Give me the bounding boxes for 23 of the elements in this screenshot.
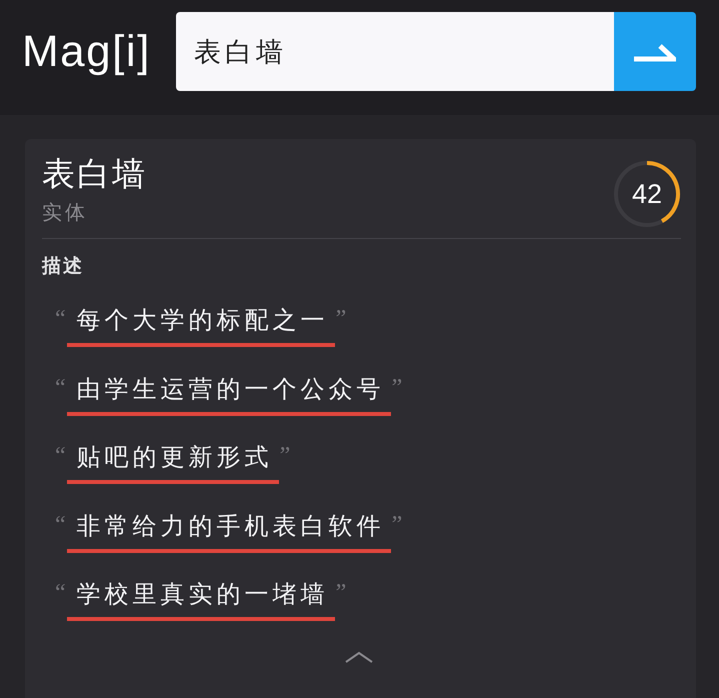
description-text: 学校里真实的一堵墙 xyxy=(66,577,335,621)
search-field[interactable]: 表白墙 xyxy=(176,12,614,91)
open-quote: “ xyxy=(55,581,66,605)
chevron-up-icon[interactable] xyxy=(344,651,372,663)
close-quote: ” xyxy=(392,512,402,536)
score-value: 42 xyxy=(632,179,662,209)
close-quote: ” xyxy=(336,581,346,605)
submit-button[interactable] xyxy=(614,12,696,91)
open-quote: “ xyxy=(55,444,66,468)
close-quote: ” xyxy=(280,444,290,468)
description-text: 每个大学的标配之一 xyxy=(66,303,335,347)
description-text: 贴吧的更新形式 xyxy=(66,440,279,484)
description-text: 由学生运营的一个公众号 xyxy=(66,372,391,416)
section-heading: 描述 xyxy=(42,254,85,278)
close-quote: ” xyxy=(392,376,402,400)
open-quote: “ xyxy=(55,307,66,331)
entity-title: 表白墙 xyxy=(42,153,147,195)
description-text: 非常给力的手机表白软件 xyxy=(66,508,391,552)
entity-type: 实体 xyxy=(42,199,89,225)
app-logo: Mag[i] xyxy=(22,26,152,78)
open-quote: “ xyxy=(55,376,66,400)
open-quote: “ xyxy=(55,512,66,536)
close-quote: ” xyxy=(336,307,346,331)
